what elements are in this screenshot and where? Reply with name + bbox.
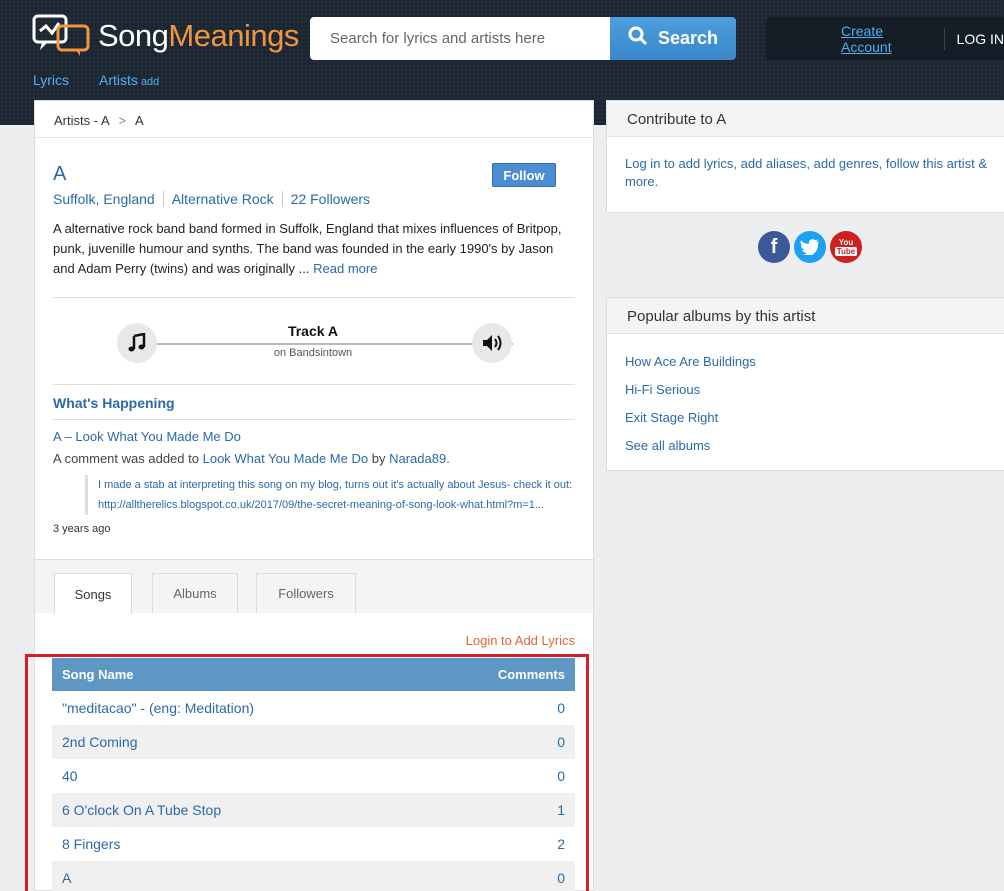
music-note-icon[interactable]	[117, 323, 157, 363]
comment-count[interactable]: 2	[557, 836, 565, 852]
comment-quote[interactable]: I made a stab at interpreting this song …	[85, 475, 573, 515]
activity-user-link[interactable]: Narada89.	[389, 451, 450, 466]
artist-description: A alternative rock band band formed in S…	[53, 219, 575, 279]
youtube-icon[interactable]: You Tube	[830, 231, 862, 263]
search-button-label: Search	[657, 28, 719, 48]
column-header-comments[interactable]: Comments	[498, 667, 565, 682]
social-links: f You Tube	[758, 231, 862, 263]
activity-title-link[interactable]: A – Look What You Made Me Do	[53, 429, 241, 444]
account-divider	[943, 27, 945, 50]
album-link[interactable]: How Ace Are Buildings	[625, 354, 986, 382]
table-row[interactable]: 40 0	[52, 759, 575, 793]
table-row[interactable]: "meditacao" - (eng: Meditation) 0	[52, 691, 575, 725]
table-row[interactable]: 8 Fingers 2	[52, 827, 575, 861]
see-all-albums-link[interactable]: See all albums	[625, 438, 986, 466]
speaker-icon[interactable]	[472, 323, 512, 363]
facebook-icon[interactable]: f	[758, 231, 790, 263]
activity-timestamp: 3 years ago	[53, 523, 111, 535]
artist-description-text: A alternative rock band band formed in S…	[53, 221, 562, 276]
search-icon	[628, 26, 648, 51]
comment-count[interactable]: 0	[557, 700, 565, 716]
activity-comment: A comment was added to Look What You Mad…	[53, 451, 450, 466]
divider	[53, 297, 575, 298]
breadcrumb: Artists - A > A	[35, 101, 593, 138]
divider	[53, 419, 575, 420]
track-source: on Bandsintown	[273, 347, 353, 359]
table-row[interactable]: 2nd Coming 0	[52, 725, 575, 759]
comment-count[interactable]: 0	[557, 870, 565, 886]
breadcrumb-parent-link[interactable]: Artists - A	[54, 113, 109, 128]
search-button[interactable]: Search	[610, 17, 736, 60]
search-field[interactable]	[310, 17, 610, 60]
artist-genre-link[interactable]: Alternative Rock	[162, 191, 282, 207]
quote-line: I made a stab at interpreting this song …	[98, 479, 573, 491]
song-link[interactable]: 6 O'clock On A Tube Stop	[62, 802, 221, 818]
contribute-card: Contribute to A Log in to add lyrics, ad…	[606, 100, 1004, 213]
nav-add-artist-link[interactable]: add	[141, 76, 159, 88]
table-row[interactable]: A0	[52, 861, 575, 891]
comment-count[interactable]: 0	[557, 734, 565, 750]
artist-location-link[interactable]: Suffolk, England	[53, 191, 163, 207]
activity-song-link[interactable]: Look What You Made Me Do	[203, 451, 369, 466]
song-link[interactable]: 40	[62, 768, 78, 784]
song-link[interactable]: A	[62, 870, 71, 886]
popular-albums-heading: Popular albums by this artist	[607, 298, 1004, 334]
search-input[interactable]	[310, 17, 610, 60]
track-title[interactable]: Track A	[213, 323, 413, 339]
artist-name: A	[53, 163, 67, 185]
table-header: Song Name Comments	[52, 658, 575, 691]
main-nav: Lyrics Artists add	[33, 72, 159, 88]
activity-comment-prefix: A comment was added to	[53, 451, 199, 466]
song-link[interactable]: 8 Fingers	[62, 836, 120, 852]
site-logo[interactable]: SongMeanings	[32, 14, 299, 58]
divider	[53, 384, 575, 385]
comment-count[interactable]: 1	[557, 802, 565, 818]
breadcrumb-current: A	[135, 113, 144, 128]
album-list: How Ace Are Buildings Hi-Fi Serious Exit…	[607, 334, 1004, 466]
logo-wordmark: SongMeanings	[98, 18, 299, 53]
contribute-heading: Contribute to A	[607, 101, 1004, 137]
breadcrumb-separator: >	[118, 113, 127, 128]
contribute-login-link[interactable]: Log in to add lyrics, add aliases, add g…	[607, 137, 1004, 191]
login-add-lyrics-link[interactable]: Login to Add Lyrics	[466, 633, 575, 648]
twitter-icon[interactable]	[794, 231, 826, 263]
create-account-link[interactable]: Create Account	[841, 23, 932, 55]
song-link[interactable]: 2nd Coming	[62, 734, 138, 750]
song-link[interactable]: "meditacao" - (eng: Meditation)	[62, 700, 254, 716]
column-header-song-name[interactable]: Song Name	[62, 667, 134, 682]
account-box: Create Account LOG IN	[766, 17, 1004, 60]
tab-albums[interactable]: Albums	[152, 573, 238, 613]
artist-card: Artists - A > A A Suffolk, England Alter…	[34, 100, 594, 560]
quote-line: http://alltherelics.blogspot.co.uk/2017/…	[98, 499, 545, 511]
login-link[interactable]: LOG IN	[957, 31, 1004, 47]
read-more-link[interactable]: Read more	[313, 261, 377, 276]
table-row[interactable]: 6 O'clock On A Tube Stop 1	[52, 793, 575, 827]
nav-artists-link[interactable]: Artists	[99, 72, 138, 88]
whats-happening-heading: What's Happening	[53, 395, 175, 411]
tab-songs[interactable]: Songs	[54, 573, 132, 614]
artist-meta: Suffolk, England Alternative Rock 22 Fol…	[53, 191, 378, 207]
songs-table: Song Name Comments "meditacao" - (eng: M…	[52, 658, 575, 891]
nav-lyrics-link[interactable]: Lyrics	[33, 72, 69, 88]
speech-bubbles-logo-icon	[32, 14, 94, 58]
album-link[interactable]: Hi-Fi Serious	[625, 382, 986, 410]
track-progress-line	[153, 343, 513, 345]
comment-count[interactable]: 0	[557, 768, 565, 784]
popular-albums-card: Popular albums by this artist How Ace Ar…	[606, 297, 1004, 471]
album-link[interactable]: Exit Stage Right	[625, 410, 986, 438]
tab-followers[interactable]: Followers	[256, 573, 356, 613]
activity-by: by	[371, 451, 386, 466]
follow-button[interactable]: Follow	[492, 163, 556, 187]
artist-followers-link[interactable]: 22 Followers	[281, 191, 378, 207]
